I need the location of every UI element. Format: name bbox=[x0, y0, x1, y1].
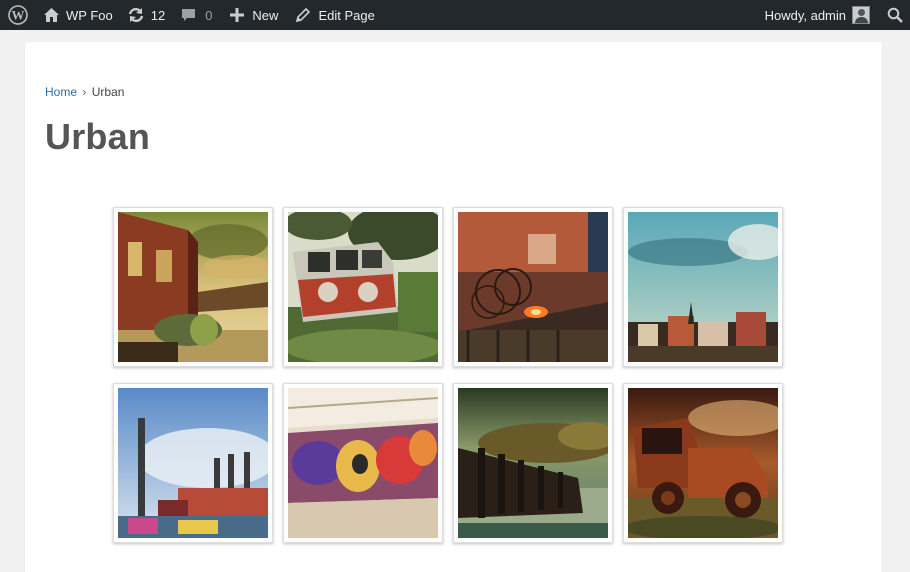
pencil-icon bbox=[295, 7, 311, 23]
breadcrumb-separator: › bbox=[82, 85, 87, 99]
avatar bbox=[852, 6, 870, 24]
gallery-thumb-city-skyline[interactable] bbox=[623, 207, 783, 367]
admin-bar-right: Howdy, admin bbox=[765, 0, 910, 30]
updates-menu[interactable]: 12 bbox=[121, 0, 173, 30]
edit-page-label: Edit Page bbox=[318, 7, 375, 23]
gallery-thumb-rusted-van[interactable] bbox=[283, 207, 443, 367]
my-account-menu[interactable]: Howdy, admin bbox=[765, 0, 880, 30]
svg-text:W: W bbox=[12, 8, 25, 23]
gallery-image bbox=[628, 212, 778, 362]
gallery-thumb-wooden-pier[interactable] bbox=[453, 383, 613, 543]
updates-icon bbox=[127, 7, 145, 23]
gallery-image bbox=[458, 212, 608, 362]
howdy-label: Howdy, admin bbox=[764, 7, 846, 23]
gallery-image bbox=[118, 388, 268, 538]
wordpress-logo-icon: W bbox=[8, 5, 28, 25]
gallery-thumb-brick-building[interactable] bbox=[113, 207, 273, 367]
comments-menu[interactable]: 0 bbox=[173, 0, 221, 30]
home-icon bbox=[43, 7, 60, 23]
gallery-thumb-smokestacks[interactable] bbox=[113, 383, 273, 543]
site-name-label: WP Foo bbox=[66, 7, 113, 23]
breadcrumb: Home › Urban bbox=[45, 85, 124, 99]
updates-count: 12 bbox=[150, 7, 166, 23]
gallery-image bbox=[458, 388, 608, 538]
breadcrumb-home-link[interactable]: Home bbox=[45, 85, 77, 99]
breadcrumb-current: Urban bbox=[91, 85, 125, 99]
gallery-image bbox=[118, 212, 268, 362]
new-content-menu[interactable]: New bbox=[221, 0, 287, 30]
admin-bar-left: W WP Foo 12 0 New Edit Page bbox=[0, 0, 383, 30]
wordpress-logo-menu[interactable]: W bbox=[0, 0, 36, 30]
admin-bar-search[interactable] bbox=[880, 0, 910, 30]
site-name-menu[interactable]: WP Foo bbox=[36, 0, 121, 30]
page-title: Urban bbox=[45, 116, 151, 157]
gallery-thumb-graffiti-tunnel[interactable] bbox=[283, 383, 443, 543]
edit-page-link[interactable]: Edit Page bbox=[287, 0, 382, 30]
search-icon bbox=[887, 7, 903, 23]
comments-count: 0 bbox=[205, 7, 213, 23]
comment-bubble-icon bbox=[181, 8, 196, 23]
gallery-thumb-barbed-wire[interactable] bbox=[453, 207, 613, 367]
gallery-thumb-rusted-truck[interactable] bbox=[623, 383, 783, 543]
content-card: Home › Urban Urban bbox=[25, 42, 882, 572]
new-label: New bbox=[252, 7, 279, 23]
gallery-image bbox=[288, 388, 438, 538]
gallery-image bbox=[628, 388, 778, 538]
gallery-image bbox=[288, 212, 438, 362]
admin-bar: W WP Foo 12 0 New Edit Page Howdy, admin bbox=[0, 0, 910, 30]
plus-icon bbox=[230, 8, 245, 22]
